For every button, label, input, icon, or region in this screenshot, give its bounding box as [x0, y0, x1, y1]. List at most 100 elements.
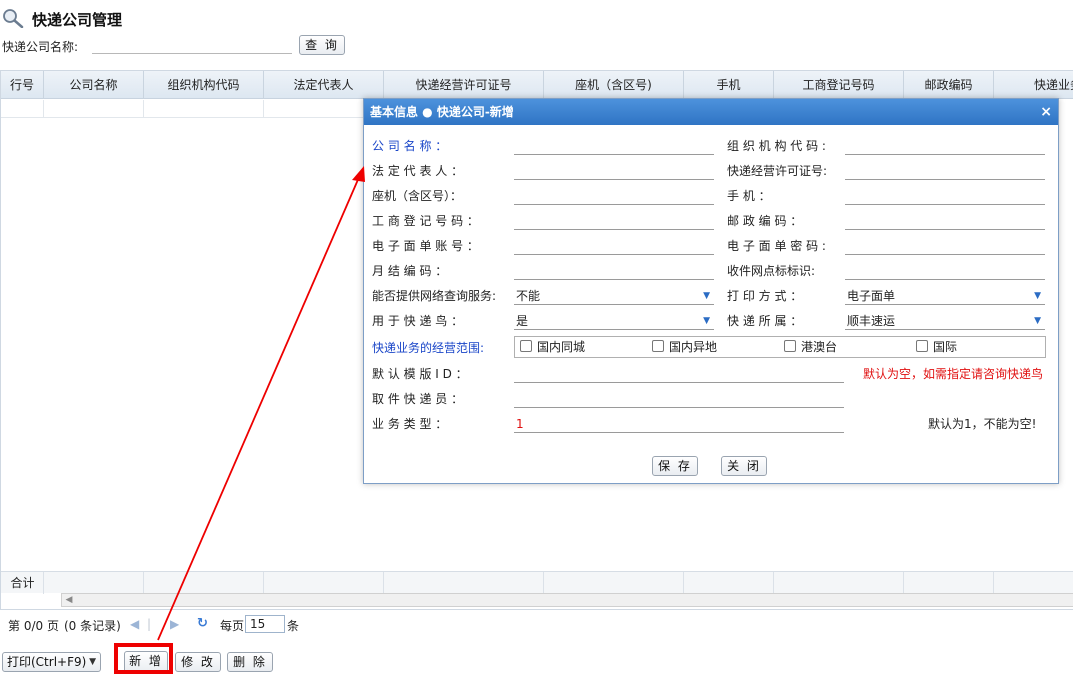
e-waybill-password-input[interactable] — [845, 237, 1045, 255]
label-mobile: 手 机 ： — [727, 189, 771, 203]
chevron-down-icon[interactable]: ▼ — [1034, 287, 1041, 305]
label-pickup-courier: 取 件 快 递 员 ： — [372, 392, 464, 406]
grid-cell — [44, 100, 144, 118]
org-code-input[interactable] — [845, 137, 1045, 155]
label-postal-code: 邮 政 编 码 ： — [727, 214, 803, 228]
postal-code-input[interactable] — [845, 212, 1045, 230]
record-info: (0 条记录) — [64, 619, 121, 633]
receiving-mark-input[interactable] — [845, 262, 1045, 280]
business-type-hint: 默认为1，不能为空! — [928, 417, 1037, 431]
license-no-input[interactable] — [845, 162, 1045, 180]
label-default-template: 默 认 模 版 I D ： — [372, 367, 468, 381]
company-name-search-input[interactable] — [92, 36, 292, 54]
default-template-input[interactable] — [514, 365, 844, 383]
network-query-select[interactable]: 不能 ▼ — [514, 287, 714, 305]
delete-button[interactable]: 删 除 — [227, 652, 273, 672]
close-icon[interactable]: × — [1040, 99, 1052, 125]
page-title: 快递公司管理 — [32, 11, 123, 29]
chevron-down-icon[interactable]: ▼ — [1034, 312, 1041, 330]
horizontal-scrollbar[interactable]: ◀ — [61, 593, 1073, 607]
label-network-query: 能否提供网络查询服务: — [372, 289, 497, 303]
checkbox-label: 国际 — [933, 340, 958, 354]
total-cell — [384, 572, 544, 594]
grid-header: 行号 公司名称 组织机构代码 法定代表人 快递经营许可证号 座机（含区号) 手机… — [1, 71, 1073, 99]
checkbox-domestic-local[interactable] — [520, 340, 532, 352]
label-print-mode: 打 印 方 式 ： — [727, 289, 803, 303]
total-cell — [1, 572, 44, 594]
add-company-dialog: 基本信息 ● 快递公司-新增 × 公 司 名 称 ： 法 定 代 表 人 ： 座… — [363, 98, 1059, 484]
print-mode-value: 电子面单 — [847, 289, 896, 303]
label-business-type: 业 务 类 型 ： — [372, 417, 448, 431]
business-scope-group: 国内同城 国内异地 港澳台 国际 — [514, 336, 1046, 358]
page-size-input[interactable]: 15 — [245, 615, 285, 633]
per-page-unit: 条 — [287, 619, 300, 633]
column-header[interactable]: 快递经营许可证号 — [384, 71, 544, 99]
label-business-scope: 快递业务的经营范围: — [372, 341, 485, 355]
column-header[interactable]: 工商登记号码 — [774, 71, 904, 99]
e-waybill-account-input[interactable] — [514, 237, 714, 255]
page-info: 第 0/0 页 — [8, 619, 59, 633]
add-button-highlight — [114, 643, 173, 674]
magnifier-icon — [3, 9, 24, 28]
monthly-code-input[interactable] — [514, 262, 714, 280]
total-cell — [684, 572, 774, 594]
legal-rep-input[interactable] — [514, 162, 714, 180]
dialog-title-bar: 基本信息 ● 快递公司-新增 × — [364, 99, 1058, 125]
chevron-down-icon[interactable]: ▼ — [703, 312, 710, 330]
grid-cell — [1, 100, 44, 118]
edit-button[interactable]: 修 改 — [175, 652, 221, 672]
template-hint: 默认为空，如需指定请咨询快递鸟 — [863, 367, 1044, 381]
company-name-input[interactable] — [514, 137, 714, 155]
refresh-icon[interactable]: ↻ — [197, 616, 208, 631]
page-root: 快递公司管理 快递公司名称: 查 询 行号 公司名称 组织机构代码 法定代表人 … — [0, 0, 1073, 674]
checkbox-label: 港澳台 — [801, 340, 838, 354]
page-separator-icon: | — [147, 617, 152, 631]
total-cell — [144, 572, 264, 594]
checkbox-label: 国内异地 — [669, 340, 718, 354]
column-header[interactable]: 组织机构代码 — [144, 71, 264, 99]
landline-input[interactable] — [514, 187, 714, 205]
business-type-input[interactable]: 1 — [514, 415, 844, 433]
grid-total-row: 合计 — [1, 571, 1073, 594]
label-legal-rep: 法 定 代 表 人 ： — [372, 164, 464, 178]
column-header[interactable]: 快递业务 — [994, 71, 1073, 99]
label-company-name: 公 司 名 称 ： — [372, 139, 448, 153]
checkbox-label: 国内同城 — [537, 340, 586, 354]
label-use-kdn: 用 于 快 递 鸟 ： — [372, 314, 464, 328]
chevron-down-icon[interactable]: ▼ — [89, 653, 96, 671]
label-license-no: 快递经营许可证号: — [727, 164, 828, 178]
use-kdn-value: 是 — [516, 314, 529, 328]
use-kdn-select[interactable]: 是 ▼ — [514, 312, 714, 330]
column-header[interactable]: 座机（含区号) — [544, 71, 684, 99]
column-header[interactable]: 邮政编码 — [904, 71, 994, 99]
dialog-title: 基本信息 ● 快递公司-新增 — [370, 105, 514, 119]
print-button[interactable]: 打印(Ctrl+F9) ▼ — [2, 652, 101, 672]
label-e-waybill-account: 电 子 面 单 账 号 ： — [372, 239, 479, 253]
checkbox-international[interactable] — [916, 340, 928, 352]
belongs-to-select[interactable]: 顺丰速运 ▼ — [845, 312, 1045, 330]
network-query-value: 不能 — [516, 289, 541, 303]
belongs-to-value: 顺丰速运 — [847, 314, 896, 328]
print-mode-select[interactable]: 电子面单 ▼ — [845, 287, 1045, 305]
save-button[interactable]: 保 存 — [652, 456, 698, 476]
column-header[interactable]: 手机 — [684, 71, 774, 99]
close-button[interactable]: 关 闭 — [721, 456, 767, 476]
chevron-down-icon[interactable]: ▼ — [703, 287, 710, 305]
scroll-left-icon[interactable]: ◀ — [62, 594, 76, 606]
prev-page-icon[interactable]: ◀ — [130, 617, 139, 631]
checkbox-hk-macau-taiwan[interactable] — [784, 340, 796, 352]
label-receiving-mark: 收件网点标标识: — [727, 264, 816, 278]
business-reg-input[interactable] — [514, 212, 714, 230]
print-button-label: 打印(Ctrl+F9) — [7, 655, 87, 669]
column-header[interactable]: 行号 — [1, 71, 44, 99]
label-belongs-to: 快 递 所 属 ： — [727, 314, 803, 328]
column-header[interactable]: 公司名称 — [44, 71, 144, 99]
mobile-input[interactable] — [845, 187, 1045, 205]
pickup-courier-input[interactable] — [514, 390, 844, 408]
label-business-reg: 工 商 登 记 号 码 ： — [372, 214, 479, 228]
column-header[interactable]: 法定代表人 — [264, 71, 384, 99]
next-page-icon[interactable]: ▶ — [170, 617, 179, 631]
query-button[interactable]: 查 询 — [299, 35, 345, 55]
grid-cell — [264, 100, 364, 118]
checkbox-domestic-remote[interactable] — [652, 340, 664, 352]
